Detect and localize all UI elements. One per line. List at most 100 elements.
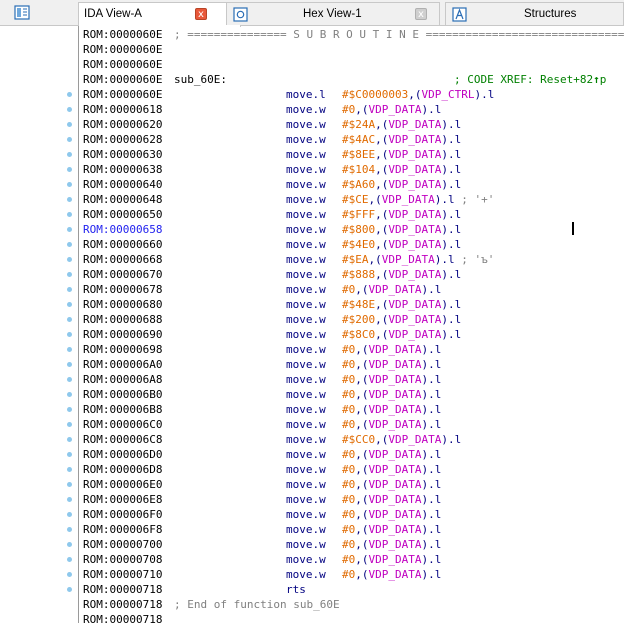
code-line[interactable]: ROM:000006D0 move.w #0,(VDP_DATA).l: [83, 447, 624, 462]
code-line[interactable]: ROM:00000628 move.w #$4AC,(VDP_DATA).l: [83, 132, 624, 147]
tab-hex-view-1[interactable]: Hex View-1 x: [226, 2, 440, 25]
code-line[interactable]: ROM:00000710 move.w #0,(VDP_DATA).l: [83, 567, 624, 582]
code-line[interactable]: ROM:000006C8 move.w #$CC0,(VDP_DATA).l: [83, 432, 624, 447]
code-line[interactable]: ROM:000006F8 move.w #0,(VDP_DATA).l: [83, 522, 624, 537]
close-icon[interactable]: x: [415, 8, 427, 20]
code-line[interactable]: ROM:00000690 move.w #$8C0,(VDP_DATA).l: [83, 327, 624, 342]
code-line[interactable]: ROM:00000620 move.w #$24A,(VDP_DATA).l: [83, 117, 624, 132]
size-suffix: .l: [428, 493, 442, 506]
hex-view-icon: [233, 7, 249, 22]
symbol-name[interactable]: VDP_DATA: [369, 523, 422, 536]
symbol-name[interactable]: VDP_DATA: [388, 178, 441, 191]
symbol-name[interactable]: VDP_DATA: [388, 433, 441, 446]
symbol-name[interactable]: VDP_DATA: [369, 538, 422, 551]
symbol-name[interactable]: VDP_DATA: [388, 148, 441, 161]
symbol-name[interactable]: VDP_DATA: [388, 268, 441, 281]
symbol-name[interactable]: VDP_DATA: [369, 388, 422, 401]
mnemonic: move.w: [286, 418, 326, 431]
code-line[interactable]: ROM:0000060E sub_60E: ; CODE XREF: Reset+8…: [83, 72, 624, 87]
code-line[interactable]: ROM:000006A0 move.w #0,(VDP_DATA).l: [83, 357, 624, 372]
code-line[interactable]: ROM:00000650 move.w #$FFF,(VDP_DATA).l: [83, 207, 624, 222]
symbol-name[interactable]: VDP_DATA: [388, 313, 441, 326]
code-line[interactable]: ROM:00000630 move.w #$8EE,(VDP_DATA).l: [83, 147, 624, 162]
operand-punct: ,(: [355, 103, 369, 116]
code-line[interactable]: ROM:00000708 move.w #0,(VDP_DATA).l: [83, 552, 624, 567]
code-line[interactable]: ROM:000006B8 move.w #0,(VDP_DATA).l: [83, 402, 624, 417]
close-icon[interactable]: x: [195, 8, 207, 20]
symbol-name[interactable]: VDP_DATA: [388, 118, 441, 131]
code-line[interactable]: ROM:00000638 move.w #$104,(VDP_DATA).l: [83, 162, 624, 177]
operands: #0,(VDP_DATA).l: [342, 537, 441, 552]
symbol-name[interactable]: VDP_DATA: [388, 133, 441, 146]
symbol-name[interactable]: VDP_DATA: [369, 343, 422, 356]
symbol-name[interactable]: VDP_DATA: [369, 418, 422, 431]
operand-punct: ): [441, 163, 448, 176]
structures-icon: [452, 7, 468, 22]
code-line[interactable]: ROM:000006C0 move.w #0,(VDP_DATA).l: [83, 417, 624, 432]
address: ROM:00000640: [83, 178, 163, 191]
code-line[interactable]: ROM:0000060E move.l #$C0000003,(VDP_CTRL).…: [83, 87, 624, 102]
flow-marker-dot: [67, 107, 72, 112]
tab-structures[interactable]: Structures: [445, 2, 624, 25]
code-line[interactable]: ROM:00000718: [83, 612, 624, 623]
code-line[interactable]: ROM:000006F0 move.w #0,(VDP_DATA).l: [83, 507, 624, 522]
code-line[interactable]: ROM:00000670 move.w #$888,(VDP_DATA).l: [83, 267, 624, 282]
symbol-name[interactable]: VDP_DATA: [388, 328, 441, 341]
disassembly-panel-icon[interactable]: [14, 5, 30, 20]
code-line[interactable]: ROM:0000060E: [83, 57, 624, 72]
operand-punct: ,(: [355, 343, 369, 356]
code-line[interactable]: ROM:00000698 move.w #0,(VDP_DATA).l: [83, 342, 624, 357]
code-line[interactable]: ROM:0000060E ; =============== S U B R O …: [83, 27, 624, 42]
operand-punct: ): [441, 268, 448, 281]
code-line[interactable]: ROM:00000668 move.w #$EA,(VDP_DATA).l ; 'ъ…: [83, 252, 624, 267]
disassembly-listing[interactable]: ROM:0000060E ; =============== S U B R O …: [83, 26, 624, 623]
symbol-name[interactable]: VDP_DATA: [369, 358, 422, 371]
code-line[interactable]: ROM:000006A8 move.w #0,(VDP_DATA).l: [83, 372, 624, 387]
symbol-name[interactable]: VDP_DATA: [369, 103, 422, 116]
code-line[interactable]: ROM:000006B0 move.w #0,(VDP_DATA).l: [83, 387, 624, 402]
symbol-name[interactable]: VDP_DATA: [388, 223, 441, 236]
flow-marker-dot: [67, 212, 72, 217]
code-line[interactable]: ROM:000006D8 move.w #0,(VDP_DATA).l: [83, 462, 624, 477]
code-line[interactable]: ROM:00000680 move.w #$48E,(VDP_DATA).l: [83, 297, 624, 312]
code-line[interactable]: ROM:00000618 move.w #0,(VDP_DATA).l: [83, 102, 624, 117]
code-line[interactable]: ROM:000006E8 move.w #0,(VDP_DATA).l: [83, 492, 624, 507]
operand-punct: ,(: [355, 493, 369, 506]
symbol-name[interactable]: VDP_DATA: [369, 553, 422, 566]
address: ROM:000006E8: [83, 493, 163, 506]
code-line[interactable]: ROM:00000718 ; End of function sub_60E: [83, 597, 624, 612]
code-line[interactable]: ROM:00000648 move.w #$CE,(VDP_DATA).l ; '+…: [83, 192, 624, 207]
symbol-name[interactable]: VDP_DATA: [369, 463, 422, 476]
symbol-name[interactable]: VDP_DATA: [388, 238, 441, 251]
symbol-name[interactable]: VDP_DATA: [369, 448, 422, 461]
code-line[interactable]: ROM:000006E0 move.w #0,(VDP_DATA).l: [83, 477, 624, 492]
code-line[interactable]: ROM:00000660 move.w #$4E0,(VDP_DATA).l: [83, 237, 624, 252]
symbol-name[interactable]: VDP_DATA: [382, 193, 435, 206]
xref-comment[interactable]: ; CODE XREF: Reset+82↑p: [454, 72, 606, 87]
symbol-name[interactable]: VDP_DATA: [369, 373, 422, 386]
symbol-name[interactable]: VDP_DATA: [369, 568, 422, 581]
function-label[interactable]: sub_60E:: [174, 72, 227, 87]
symbol-name[interactable]: VDP_DATA: [369, 283, 422, 296]
symbol-name[interactable]: VDP_DATA: [388, 163, 441, 176]
symbol-name[interactable]: VDP_DATA: [369, 493, 422, 506]
code-line[interactable]: ROM:00000640 move.w #$A60,(VDP_DATA).l: [83, 177, 624, 192]
operand-punct: ,(: [368, 193, 382, 206]
code-line[interactable]: ROM:0000060E: [83, 42, 624, 57]
code-line[interactable]: ROM:00000718 rts: [83, 582, 624, 597]
symbol-name[interactable]: VDP_DATA: [388, 298, 441, 311]
operands: #0,(VDP_DATA).l: [342, 417, 441, 432]
symbol-name[interactable]: VDP_DATA: [369, 478, 422, 491]
code-line[interactable]: ROM:00000678 move.w #0,(VDP_DATA).l: [83, 282, 624, 297]
symbol-name[interactable]: VDP_CTRL: [421, 88, 474, 101]
operand-punct: ): [441, 178, 448, 191]
immediate-value: #0: [342, 493, 356, 506]
code-line[interactable]: ROM:00000688 move.w #$200,(VDP_DATA).l: [83, 312, 624, 327]
symbol-name[interactable]: VDP_DATA: [369, 508, 422, 521]
code-line[interactable]: ROM:00000658 move.w #$800,(VDP_DATA).l: [83, 222, 624, 237]
symbol-name[interactable]: VDP_DATA: [388, 208, 441, 221]
tab-ida-view-a[interactable]: IDA View-A x: [78, 2, 241, 27]
symbol-name[interactable]: VDP_DATA: [369, 403, 422, 416]
symbol-name[interactable]: VDP_DATA: [382, 253, 435, 266]
code-line[interactable]: ROM:00000700 move.w #0,(VDP_DATA).l: [83, 537, 624, 552]
